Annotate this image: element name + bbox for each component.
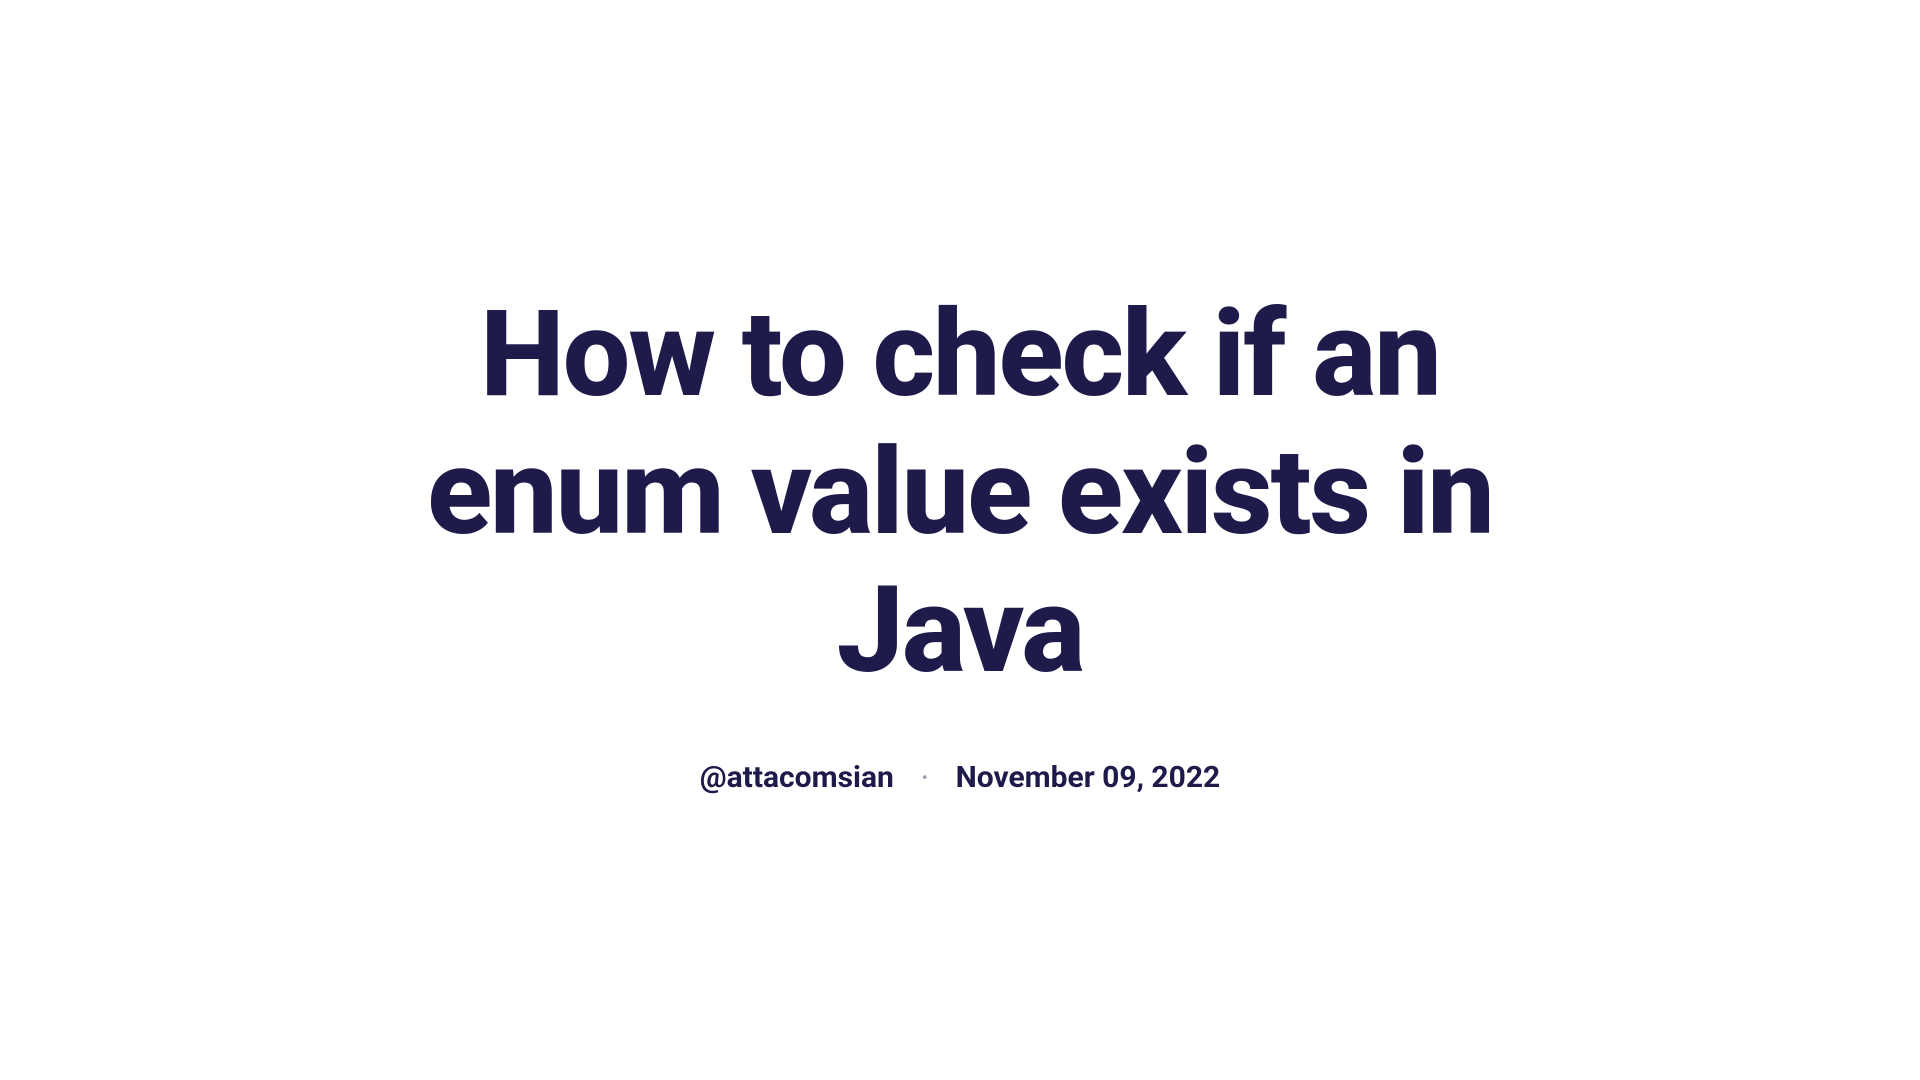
- article-meta: @attacomsian • November 09, 2022: [400, 760, 1520, 795]
- author-handle: @attacomsian: [700, 760, 894, 795]
- publish-date: November 09, 2022: [956, 760, 1221, 795]
- meta-separator: •: [922, 768, 928, 787]
- article-title: How to check if an enum value exists in …: [400, 286, 1520, 700]
- article-header: How to check if an enum value exists in …: [360, 286, 1560, 795]
